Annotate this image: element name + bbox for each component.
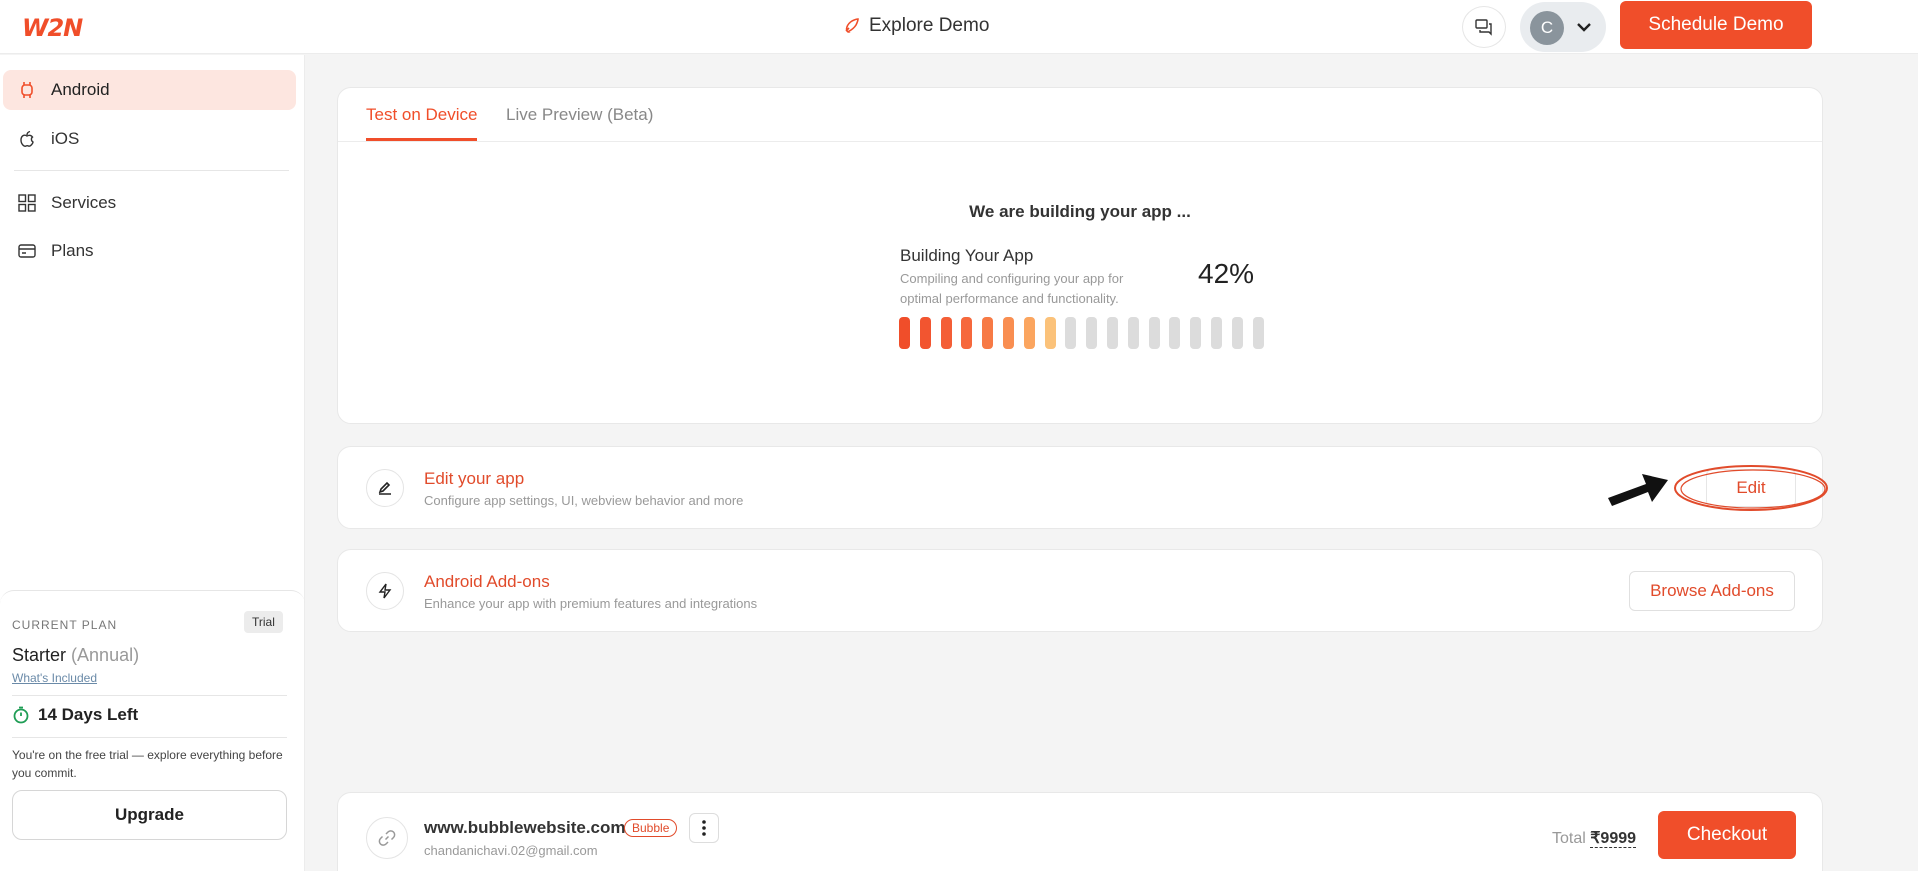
header-title-text: Explore Demo [869,15,990,36]
progress-segment [940,317,952,349]
android-addons-card: Android Add-ons Enhance your app with pr… [337,549,1823,632]
sidebar-item-plans[interactable]: Plans [3,231,296,271]
link-icon [366,817,408,859]
header-title: Explore Demo [843,15,989,37]
edit-app-subtitle: Configure app settings, UI, webview beha… [424,493,744,508]
total-amount[interactable]: ₹9999 [1590,830,1637,848]
kebab-icon [702,820,706,836]
rocket-icon [845,18,859,33]
chat-icon [1475,19,1492,36]
plan-name: Starter (Annual) [12,645,139,666]
progress-segment [899,317,910,349]
active-tab-indicator [366,138,477,141]
chat-button[interactable] [1462,6,1506,48]
progress-segment [1210,317,1222,349]
sidebar-item-label: Plans [51,241,94,260]
progress-segment [1086,317,1098,349]
trial-note: You're on the free trial — explore every… [12,748,283,780]
avatar: C [1530,11,1564,45]
progress-segment [1106,317,1118,349]
progress-segment [1044,317,1056,349]
card-icon [17,241,37,261]
pointer-arrow-icon [1608,474,1668,506]
edit-app-title: Edit your app [424,469,525,488]
total-label: Total [1552,830,1586,847]
grid-icon [17,193,37,213]
account-email: chandanichavi.02@gmail.com [424,843,598,858]
tab-test-on-device[interactable]: Test on Device [366,105,478,125]
sidebar-item-label: Android [51,80,110,99]
site-url: www.bubblewebsite.com [424,818,626,837]
progress-segment [982,317,994,349]
plan-label: CURRENT PLAN [12,618,118,632]
plan-divider [12,737,287,738]
progress-segment [1065,317,1077,349]
progress-segment [919,317,931,349]
addons-subtitle: Enhance your app with premium features a… [424,596,758,611]
tab-live-preview[interactable]: Live Preview (Beta) [506,105,653,125]
top-header: W2N Explore Demo C Schedule Demo [0,0,1918,54]
progress-segment [1190,317,1202,349]
w2n-logo[interactable]: W2N [22,14,83,42]
build-title: Building Your App [900,246,1034,265]
edit-pencil-icon [366,469,404,507]
days-left: 14 Days Left [12,705,138,725]
build-heading: We are building your app ... [969,202,1191,221]
sidebar: Android iOS Services Plans CURRENT PLAN … [0,55,305,871]
browse-addons-button[interactable]: Browse Add-ons [1629,571,1795,611]
build-percent: 42% [1198,258,1255,289]
build-status-card: Test on Device Live Preview (Beta) We ar… [337,87,1823,424]
edit-button[interactable]: Edit [1706,469,1796,507]
edit-app-card: Edit your app Configure app settings, UI… [337,446,1828,529]
sidebar-item-label: iOS [51,129,80,148]
progress-segment [961,317,973,349]
current-plan-panel: CURRENT PLAN Trial Starter (Annual) What… [0,590,305,871]
progress-segment [1002,317,1014,349]
nav-divider [14,170,289,171]
trial-badge: Trial [244,611,283,633]
tab-bar: Test on Device Live Preview (Beta) [338,88,1822,142]
sidebar-item-services[interactable]: Services [3,183,296,223]
progress-segment [1023,317,1035,349]
progress-segment [1169,317,1181,349]
plan-divider [12,695,287,696]
progress-segment [1231,317,1243,349]
schedule-demo-button[interactable]: Schedule Demo [1620,1,1812,49]
chevron-down-icon [1577,23,1591,32]
plan-period: (Annual) [71,645,140,665]
more-options-button[interactable] [689,813,719,843]
sidebar-item-label: Services [51,193,117,212]
checkout-bar: www.bubblewebsite.com Bubble chandanicha… [337,792,1823,871]
progress-segment [1148,317,1160,349]
addons-title: Android Add-ons [424,572,550,591]
apple-icon [17,129,37,149]
plan-name-text: Starter [12,645,67,665]
platform-badge: Bubble [624,819,678,837]
total-price: Total ₹9999 [1552,828,1637,848]
days-left-text: 14 Days Left [38,705,139,724]
lightning-icon [366,572,404,610]
sidebar-item-ios[interactable]: iOS [3,119,296,159]
profile-menu[interactable]: C [1520,2,1606,52]
sidebar-item-android[interactable]: Android [3,70,296,110]
timer-icon [13,706,29,724]
build-progress-bar [899,317,1264,349]
checkout-button[interactable]: Checkout [1658,811,1796,859]
whats-included-link[interactable]: What's Included [12,671,97,685]
build-description: Compiling and configuring your app for o… [900,271,1124,306]
progress-segment [1127,317,1139,349]
android-icon [17,80,37,100]
progress-segment [1252,317,1264,349]
upgrade-button[interactable]: Upgrade [12,790,287,840]
